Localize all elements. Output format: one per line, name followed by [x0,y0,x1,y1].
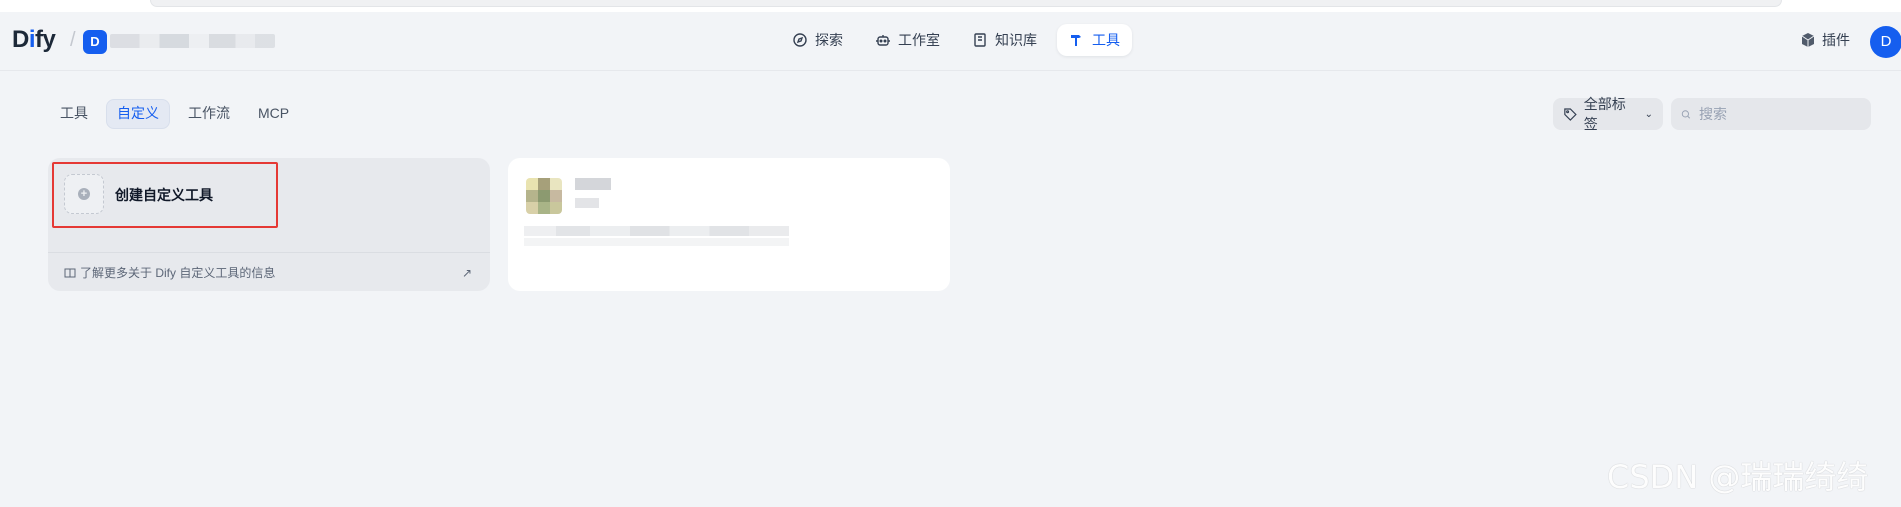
tab-mcp[interactable]: MCP [248,99,299,127]
tag-filter-label: 全部标签 [1583,96,1626,132]
header-divider: / [70,29,76,51]
card-divider [48,252,490,253]
cube-icon [1801,33,1815,47]
search-box[interactable] [1671,98,1871,130]
tool-author-redacted [575,198,599,208]
tool-type-tabs: 工具 自定义 工作流 MCP [50,99,299,129]
search-input[interactable] [1697,105,1861,123]
hammer-icon [1071,35,1081,46]
learn-more-text: 了解更多关于 Dify 自定义工具的信息 [80,266,276,280]
dify-logo[interactable]: Dify [12,26,56,54]
tool-description-redacted-line2 [524,238,789,246]
tag-filter-dropdown[interactable]: 全部标签 ⌄ [1553,96,1663,132]
user-avatar[interactable]: D [1870,26,1901,58]
learn-more-link[interactable]: 了解更多关于 Dify 自定义工具的信息 [64,264,275,281]
plugins-label: 插件 [1822,32,1850,48]
nav-item-knowledge[interactable]: 知识库 [960,24,1049,56]
tag-icon [1564,107,1577,121]
app-header: Dify / D 探索 工作室 知识库 工具 插件 D [0,12,1901,71]
tool-name-redacted [575,178,611,190]
external-link-icon[interactable]: ↗ [462,266,472,280]
tab-custom[interactable]: 自定义 [106,99,170,129]
plugins-button[interactable]: 插件 [1800,30,1850,50]
tool-avatar-redacted [526,178,562,214]
main-nav: 探索 工作室 知识库 工具 [780,24,1132,58]
book-open-icon [64,268,76,277]
nav-label: 工具 [1092,32,1120,48]
nav-item-explore[interactable]: 探索 [780,24,855,56]
browser-address-bar[interactable] [150,0,1782,7]
nav-item-studio[interactable]: 工作室 [863,24,952,56]
custom-tool-card[interactable] [508,158,950,291]
book-icon [974,33,986,47]
tool-description-redacted [524,226,789,236]
search-icon [1681,109,1691,119]
tab-builtin[interactable]: 工具 [50,99,98,127]
nav-label: 知识库 [995,32,1037,48]
nav-label: 工作室 [898,32,940,48]
tab-workflow[interactable]: 工作流 [178,99,240,127]
watermark: CSDN @瑞瑞绮绮 [1607,458,1869,496]
chevron-down-icon: ⌄ [1644,108,1653,120]
browser-top-strip [0,0,1901,12]
compass-icon [793,33,807,47]
robot-icon [876,35,890,46]
nav-item-tools[interactable]: 工具 [1057,24,1132,56]
annotation-highlight-box [52,162,278,228]
nav-label: 探索 [815,32,843,48]
workspace-avatar[interactable]: D [83,30,107,54]
workspace-name-redacted[interactable] [110,34,275,48]
